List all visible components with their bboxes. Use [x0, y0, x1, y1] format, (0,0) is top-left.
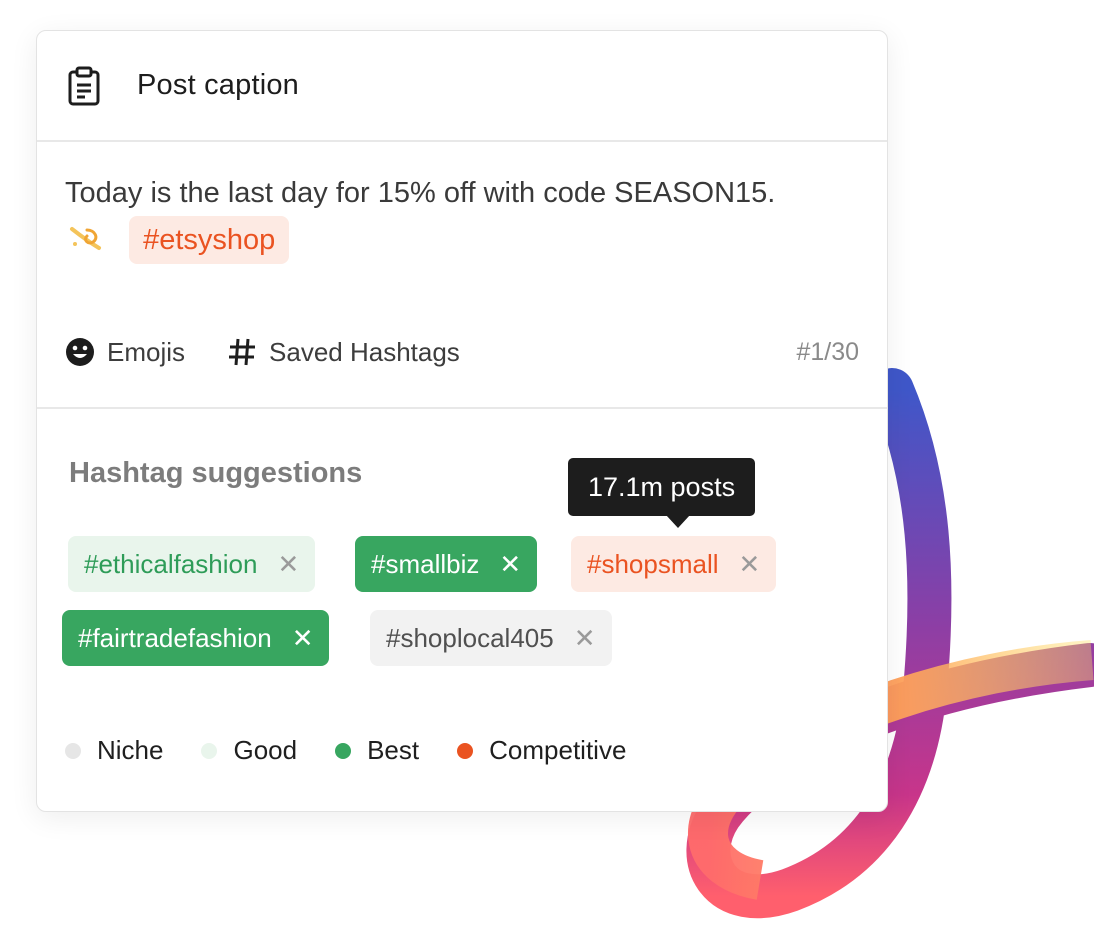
caption-hashtag[interactable]: #etsyshop [129, 216, 290, 264]
legend-dot [201, 742, 218, 759]
post-count-tooltip: 17.1m posts [568, 458, 756, 528]
close-icon[interactable]: ✕ [574, 610, 596, 666]
card-header: Post caption [37, 31, 887, 142]
hashtag-chip-label: #shoplocal405 [386, 623, 554, 653]
close-icon[interactable]: ✕ [499, 536, 521, 592]
saved-hashtags-label: Saved Hashtags [269, 336, 460, 367]
hashtag-counter: #1/30 [796, 337, 859, 366]
legend: Niche Good Best Competitive [65, 735, 664, 766]
caption-text-block[interactable]: Today is the last day for 15% off with c… [65, 170, 785, 264]
post-caption-card: Post caption Today is the last day for 1… [36, 30, 888, 812]
clipboard-icon [68, 66, 100, 105]
hashtag-chip-label: #ethicalfashion [84, 549, 258, 579]
hashtag-chip[interactable]: #ethicalfashion ✕ [68, 536, 316, 592]
hashtag-chip-label: #shopsmall [587, 549, 719, 579]
hash-icon [229, 338, 256, 366]
caption-text: Today is the last day for 15% off with c… [65, 177, 776, 209]
legend-item: Best [335, 735, 419, 766]
legend-item: Competitive [457, 735, 626, 766]
legend-label: Best [367, 735, 420, 765]
smiley-icon [66, 338, 94, 366]
legend-label: Competitive [489, 735, 627, 765]
legend-dot [65, 742, 81, 759]
suggestions-title: Hashtag suggestions [69, 457, 363, 489]
legend-dot [457, 742, 474, 759]
legend-label: Good [233, 735, 298, 765]
hashtag-chip[interactable]: #shopsmall ✕ [571, 536, 777, 592]
hashtag-chip[interactable]: #smallbiz ✕ [355, 536, 538, 592]
legend-dot [335, 742, 352, 759]
close-icon[interactable]: ✕ [739, 536, 761, 592]
close-icon[interactable]: ✕ [277, 536, 299, 592]
emojis-button[interactable]: Emojis [65, 337, 185, 368]
caption-toolbar: Emojis Saved Hashtags #1/30 [65, 330, 859, 374]
caption-editor[interactable]: Today is the last day for 15% off with c… [37, 142, 887, 409]
dizzy-emoji-icon [70, 227, 101, 250]
emojis-label: Emojis [107, 336, 186, 367]
hashtag-suggestions: Hashtag suggestions 17.1m posts #ethical… [37, 409, 887, 809]
hashtag-chip-label: #smallbiz [371, 549, 480, 579]
card-title: Post caption [137, 69, 299, 101]
hashtag-chip[interactable]: #shoplocal405 ✕ [370, 610, 612, 666]
hashtag-chip-label: #fairtradefashion [78, 623, 272, 653]
legend-label: Niche [97, 735, 164, 765]
hashtag-chip[interactable]: #fairtradefashion ✕ [62, 610, 330, 666]
saved-hashtags-button[interactable]: Saved Hashtags [227, 337, 460, 368]
legend-item: Good [201, 735, 297, 766]
legend-item: Niche [65, 735, 163, 766]
close-icon[interactable]: ✕ [292, 610, 314, 666]
